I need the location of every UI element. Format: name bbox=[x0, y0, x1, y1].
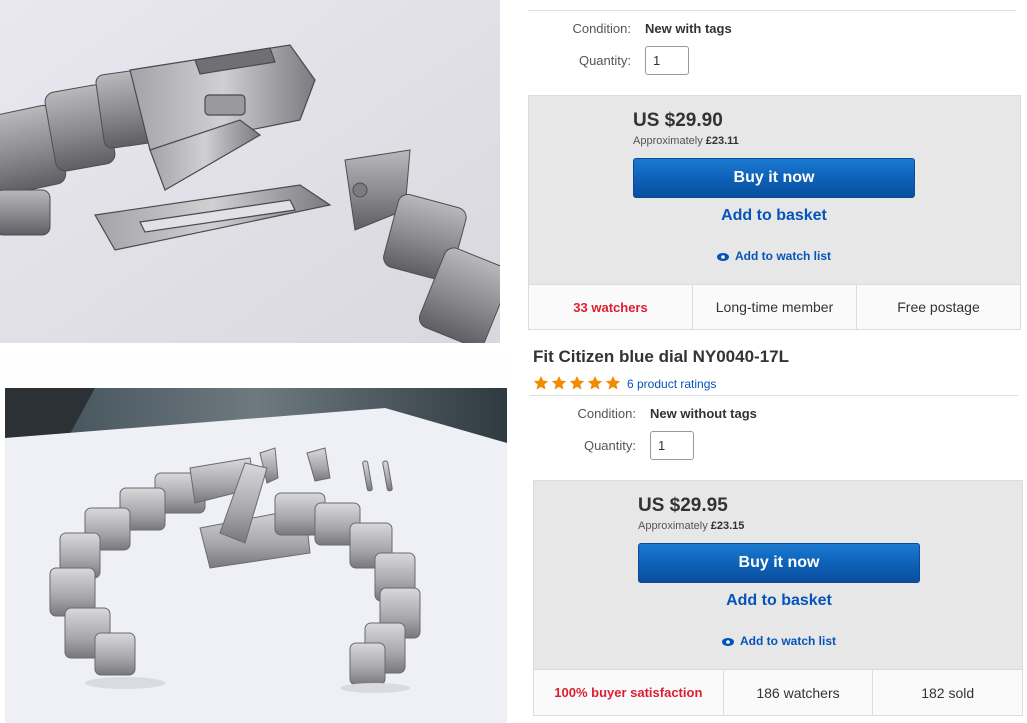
condition-value: New without tags bbox=[650, 406, 757, 421]
stat-satisfaction: 100% buyer satisfaction bbox=[534, 670, 724, 715]
stat-watchers: 33 watchers bbox=[529, 285, 693, 329]
star-icon bbox=[569, 376, 585, 390]
watch-list-label: Add to watch list bbox=[740, 634, 836, 648]
eye-icon bbox=[717, 250, 729, 264]
add-to-basket-button[interactable]: Add to basket bbox=[633, 207, 915, 225]
approx-price: Approximately £23.11 bbox=[633, 135, 739, 147]
stat-member: Long-time member bbox=[693, 285, 857, 329]
condition-value: New with tags bbox=[645, 21, 732, 36]
divider bbox=[530, 395, 1018, 396]
star-icon bbox=[551, 376, 567, 390]
approx-price: Approximately £23.15 bbox=[638, 520, 745, 532]
add-to-watch-list-link[interactable]: Add to watch list bbox=[633, 249, 915, 264]
condition-label: Condition: bbox=[577, 406, 636, 421]
rating-stars bbox=[533, 375, 621, 391]
stats-bar: 100% buyer satisfaction 186 watchers 182… bbox=[533, 670, 1023, 716]
quantity-label: Quantity: bbox=[578, 53, 631, 68]
eye-icon bbox=[722, 635, 734, 649]
price: US $29.90 bbox=[633, 110, 723, 131]
quantity-input[interactable] bbox=[645, 46, 689, 75]
stats-bar: 33 watchers Long-time member Free postag… bbox=[528, 285, 1021, 330]
divider bbox=[528, 10, 1016, 11]
add-to-watch-list-link[interactable]: Add to watch list bbox=[638, 634, 920, 649]
product-ratings-link[interactable]: 6 product ratings bbox=[627, 377, 716, 391]
add-to-basket-button[interactable]: Add to basket bbox=[638, 592, 920, 610]
product-photo-bracelet[interactable] bbox=[5, 343, 507, 723]
star-icon bbox=[605, 376, 621, 390]
condition-label: Condition: bbox=[572, 21, 631, 36]
listing-title: Fit Citizen blue dial NY0040-17L bbox=[533, 347, 790, 366]
price: US $29.95 bbox=[638, 495, 728, 516]
star-icon bbox=[587, 376, 603, 390]
quantity-input[interactable] bbox=[650, 431, 694, 460]
stat-sold: 182 sold bbox=[921, 684, 975, 701]
buy-it-now-button[interactable]: Buy it now bbox=[638, 543, 920, 583]
watch-list-label: Add to watch list bbox=[735, 249, 831, 263]
stat-watchers: 186 watchers bbox=[724, 670, 874, 715]
stat-postage: Free postage bbox=[897, 299, 980, 315]
buy-it-now-button[interactable]: Buy it now bbox=[633, 158, 915, 198]
product-photo-clasp[interactable] bbox=[0, 0, 500, 343]
quantity-label: Quantity: bbox=[583, 438, 636, 453]
star-icon bbox=[533, 376, 549, 390]
